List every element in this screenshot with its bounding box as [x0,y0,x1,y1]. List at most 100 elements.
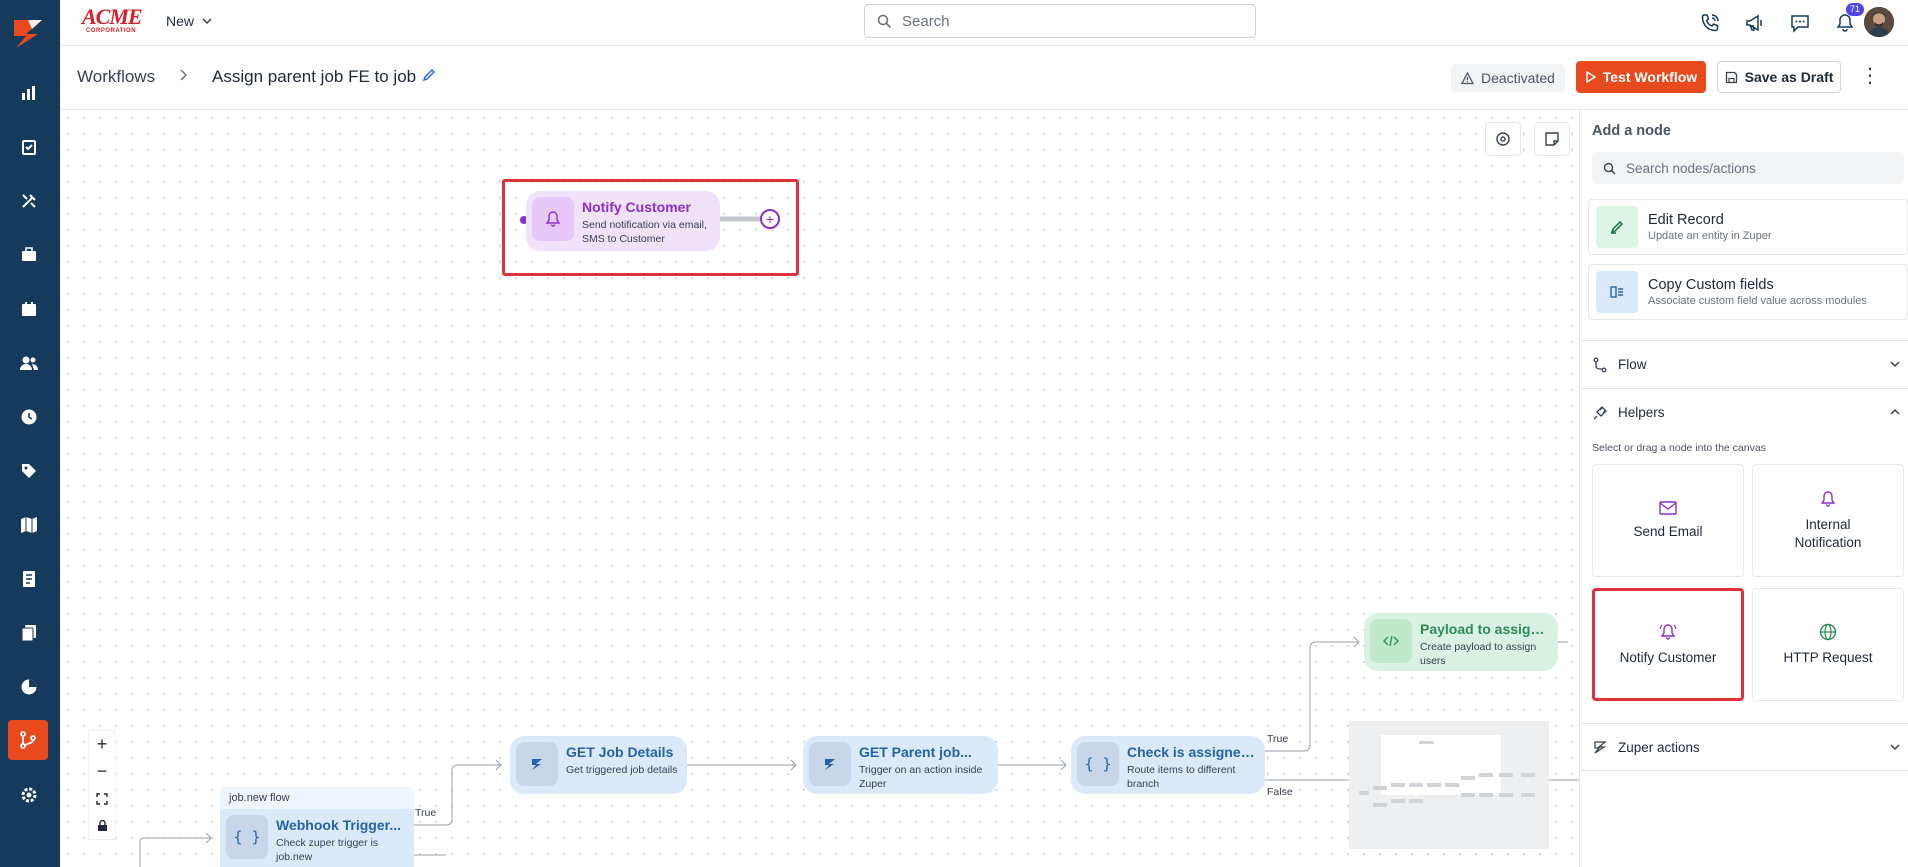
flow-section-header[interactable]: Flow [1580,340,1908,388]
zuper-actions-section-header[interactable]: Zuper actions [1580,723,1908,771]
nav-jobs-icon[interactable] [14,132,44,162]
chat-icon[interactable] [1787,10,1813,36]
node-description: Check zuper trigger is job.new [276,837,379,863]
nav-reports-icon[interactable] [14,672,44,702]
workflow-title: Assign parent job FE to job [212,67,417,86]
global-search-input[interactable]: Search [864,4,1256,38]
node-description: Send notification via email, SMS to Cust… [582,219,707,245]
tile-label: Internal Notification [1794,516,1862,550]
bell-icon [1820,490,1836,507]
tile-label: Notify Customer [1619,649,1717,665]
nav-calendar-icon[interactable] [14,294,44,324]
nav-clock-icon[interactable] [14,402,44,432]
workflow-canvas[interactable]: Notify Customer Send notification via em… [60,110,1579,867]
node-description: Create payload to assign users [1420,641,1537,667]
payload-to-assign-node[interactable]: Payload to assign... Create payload to a… [1364,613,1558,671]
node-search-input[interactable]: Search nodes/actions [1592,152,1904,184]
nav-briefcase-icon[interactable] [14,240,44,270]
new-menu-button[interactable]: New [166,13,212,29]
chevron-down-icon [1890,361,1900,368]
node-title: GET Parent job... [859,744,972,760]
nav-invoice-icon[interactable] [14,564,44,594]
fit-view-icon[interactable] [89,785,115,812]
code-braces-icon: { } [226,815,268,859]
canvas-settings-button[interactable] [1485,122,1521,156]
save-icon [1725,71,1737,83]
edit-title-pencil-icon[interactable] [422,68,436,87]
workflow-header: Workflows Assign parent job FE to job De… [60,46,1908,110]
notify-customer-node[interactable]: Notify Customer Send notification via em… [526,191,720,251]
action-title: Copy Custom fields [1648,277,1774,293]
edit-record-action[interactable]: Edit Record Update an entity in Zuper [1588,199,1908,255]
zuper-logo-icon[interactable] [8,10,52,54]
nav-users-icon[interactable] [14,348,44,378]
focus-target-icon [1496,132,1510,146]
more-options-icon[interactable]: ⋮ [1860,66,1880,86]
chevron-down-icon [202,18,212,25]
internal-notification-tile[interactable]: Internal Notification [1752,464,1904,577]
lock-icon[interactable] [89,812,115,839]
sticky-note-icon [1545,132,1559,146]
node-description: Route items to different branch [1127,764,1236,790]
node-title: Webhook Trigger... [276,817,401,833]
nav-dashboard-icon[interactable] [14,78,44,108]
node-title: Check is assigned... [1127,744,1257,760]
check-is-assigned-node[interactable]: { } Check is assigned... Route items to … [1071,736,1265,794]
nav-workflows-icon[interactable] [8,720,48,760]
nav-tag-icon[interactable] [14,456,44,486]
zuper-bolt-icon [809,742,851,786]
notify-customer-tile[interactable]: Notify Customer [1592,588,1744,701]
canvas-minimap[interactable] [1349,721,1549,849]
zuper-actions-icon [1594,741,1607,754]
node-search-placeholder: Search nodes/actions [1626,160,1756,176]
section-label: Zuper actions [1618,739,1700,755]
helpers-section-header[interactable]: Helpers [1580,388,1908,436]
node-title: GET Job Details [566,744,674,760]
warning-triangle-icon [1461,71,1474,84]
megaphone-icon[interactable] [1742,10,1768,36]
save-as-draft-button[interactable]: Save as Draft [1717,61,1841,93]
brand-name: ACME [82,4,143,29]
node-title: Payload to assign... [1420,621,1550,637]
test-workflow-button[interactable]: Test Workflow [1576,61,1706,93]
copy-custom-fields-action[interactable]: Copy Custom fields Associate custom fiel… [1588,264,1908,320]
user-avatar[interactable] [1864,7,1894,37]
notifications-bell-icon[interactable]: 71 [1832,3,1864,36]
node-description: Trigger on an action inside Zuper [859,764,983,790]
nav-settings-icon[interactable] [14,780,44,810]
http-request-tile[interactable]: HTTP Request [1752,588,1904,701]
get-job-details-node[interactable]: GET Job Details Get triggered job detail… [510,736,687,794]
edge-label-true: True [1267,733,1289,745]
global-search-placeholder: Search [902,12,950,30]
section-label: Flow [1618,357,1647,372]
get-parent-job-node[interactable]: GET Parent job... Trigger on an action i… [803,736,998,794]
add-next-node-icon[interactable]: + [760,209,780,229]
acme-logo[interactable]: ACME CORPORATION [82,6,146,36]
copy-fields-icon [1596,271,1638,313]
nav-documents-icon[interactable] [14,618,44,648]
action-description: Associate custom field value across modu… [1648,295,1867,307]
breadcrumb-workflows-link[interactable]: Workflows [77,67,155,87]
send-email-tile[interactable]: Send Email [1592,464,1744,577]
zoom-in-button[interactable]: + [89,731,115,758]
sticky-note-button[interactable] [1534,122,1570,156]
webhook-trigger-node[interactable]: { } Webhook Trigger... Check zuper trigg… [220,809,414,867]
edge-label-false: False [1267,786,1293,798]
play-icon [1586,71,1596,83]
breadcrumb-chevron-icon [178,68,188,86]
zoom-controls: + − [88,730,116,840]
code-braces-icon: { } [1077,742,1119,786]
chevron-up-icon [1890,408,1900,415]
edge-label-true: True [415,807,437,819]
mail-icon [1659,500,1677,515]
zoom-out-button[interactable]: − [89,758,115,785]
minimap-nodes [1359,741,1535,807]
search-icon [877,14,892,28]
status-label: Deactivated [1481,70,1555,86]
top-icons: 71 [1697,3,1864,36]
nav-tools-icon[interactable] [14,186,44,216]
nav-map-icon[interactable] [14,510,44,540]
status-badge: Deactivated [1451,64,1565,92]
phone-icon[interactable] [1697,10,1723,36]
new-menu-label: New [166,13,195,29]
